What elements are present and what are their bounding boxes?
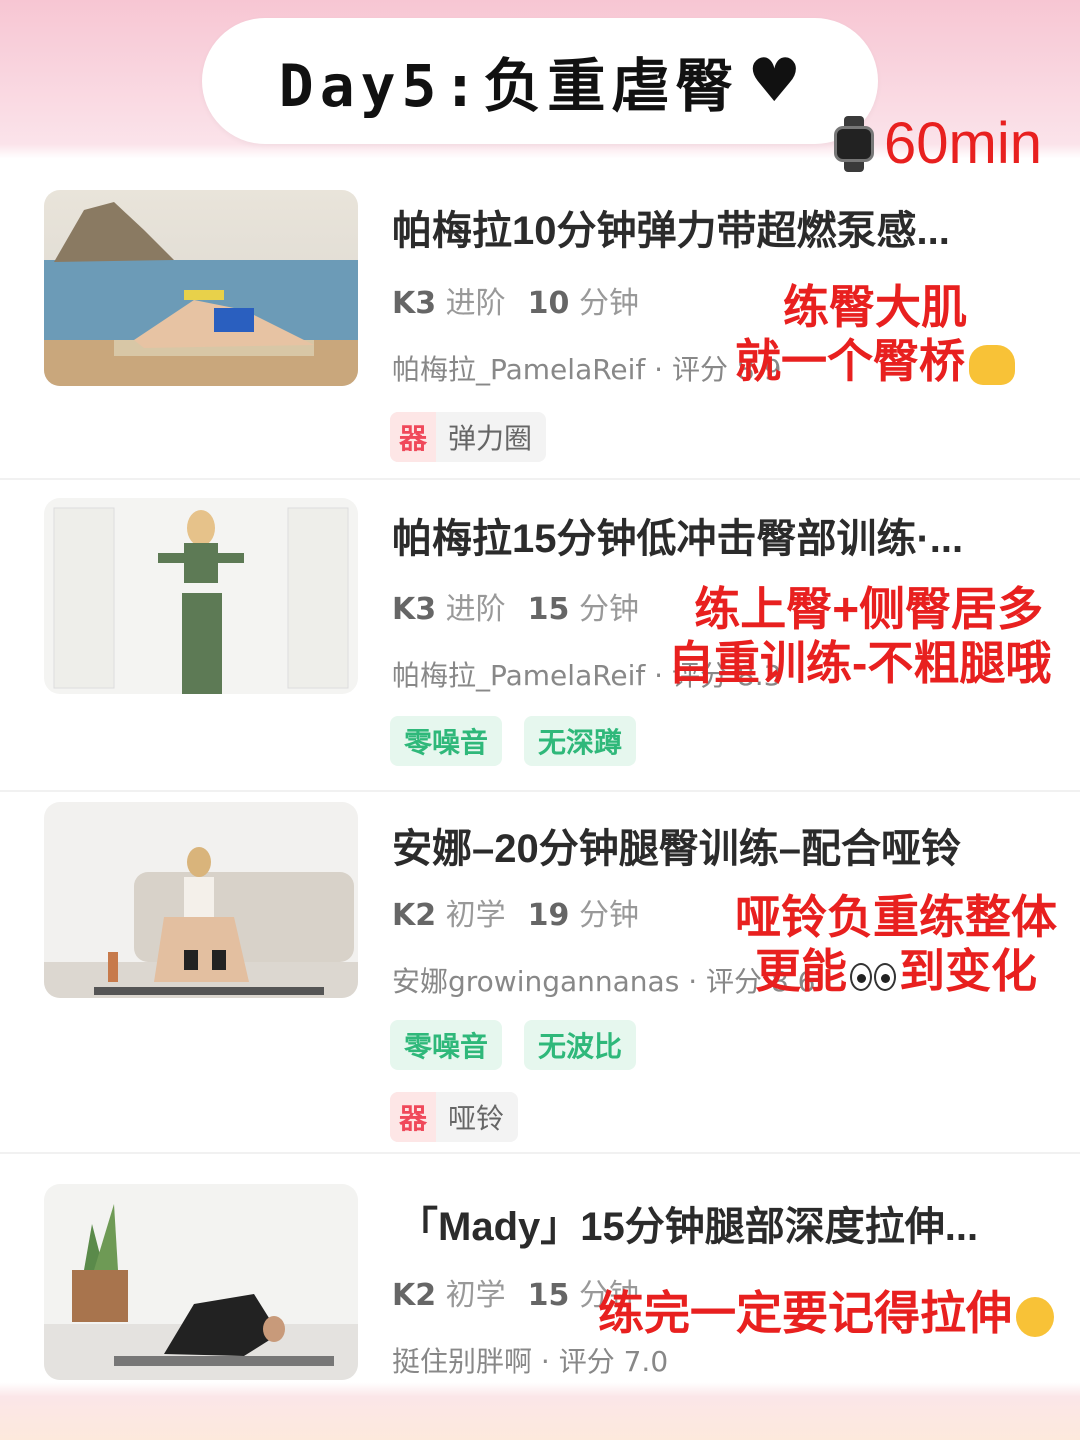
course-tags: 零噪音 无波比 xyxy=(390,1020,637,1070)
title-pill: Day5:负重虐臀 ♥ xyxy=(202,18,878,144)
course-card-2[interactable]: 帕梅拉15分钟低冲击臀部训练·... K3 进阶 15 分钟 帕梅拉_Pamela… xyxy=(0,478,1080,790)
course-title[interactable]: 安娜–20分钟腿臀训练–配合哑铃 xyxy=(392,816,961,874)
course-title[interactable]: 帕梅拉10分钟弹力带超燃泵感... xyxy=(392,198,950,256)
course-tags: 器弹力圈 xyxy=(390,412,547,462)
annotation-note: 哑铃负重练整体 更能 到变化 xyxy=(735,890,1057,1002)
course-card-3[interactable]: 安娜–20分钟腿臀训练–配合哑铃 K2 初学 19 分钟 安娜growingann… xyxy=(0,790,1080,1152)
call-me-hand-icon xyxy=(969,344,1015,385)
annotation-note: 练臀大肌 就一个臀桥 xyxy=(735,280,1015,388)
course-thumbnail[interactable] xyxy=(44,498,358,694)
course-author: 挺住别胖啊 · 评分 7.0 xyxy=(392,1345,669,1378)
course-meta: K3 进阶 15 分钟 xyxy=(392,592,639,627)
feature-tag: 零噪音 xyxy=(390,716,503,766)
course-title[interactable]: 「Mady」15分钟腿部深度拉伸... xyxy=(398,1194,978,1252)
equipment-tag: 器哑铃 xyxy=(390,1092,519,1142)
course-meta: K3 进阶 10 分钟 xyxy=(392,286,639,321)
equipment-tag: 器弹力圈 xyxy=(390,412,547,462)
annotation-note: 练完一定要记得拉伸 xyxy=(598,1286,1054,1340)
feature-tag: 无深蹲 xyxy=(524,716,637,766)
course-tags: 零噪音 无深蹲 xyxy=(390,716,637,766)
course-thumbnail[interactable] xyxy=(44,190,358,386)
course-author: 帕梅拉_PamelaReif · 评分 8.9 xyxy=(392,353,782,386)
page-title: Day5:负重虐臀 xyxy=(278,52,740,120)
course-thumbnail[interactable] xyxy=(44,1184,358,1380)
eyes-icon xyxy=(849,948,897,1002)
feature-tag: 无波比 xyxy=(524,1020,637,1070)
annotation-note: 练上臀+侧臀居多 自重训练-不粗腿哦 xyxy=(668,583,1052,689)
course-tags: 器哑铃 xyxy=(390,1092,519,1142)
course-thumbnail[interactable] xyxy=(44,802,358,998)
course-card-1[interactable]: 帕梅拉10分钟弹力带超燃泵感... K3 进阶 10 分钟 帕梅拉_PamelaR… xyxy=(0,160,1080,470)
course-card-4[interactable]: 「Mady」15分钟腿部深度拉伸... K2 初学 15 分钟 挺住别胖啊 · 评… xyxy=(0,1152,1080,1402)
black-heart-icon: ♥ xyxy=(747,46,802,116)
ok-hand-icon xyxy=(1016,1296,1054,1337)
course-meta: K2 初学 19 分钟 xyxy=(392,898,639,933)
feature-tag: 零噪音 xyxy=(390,1020,503,1070)
course-title[interactable]: 帕梅拉15分钟低冲击臀部训练·... xyxy=(392,506,963,564)
